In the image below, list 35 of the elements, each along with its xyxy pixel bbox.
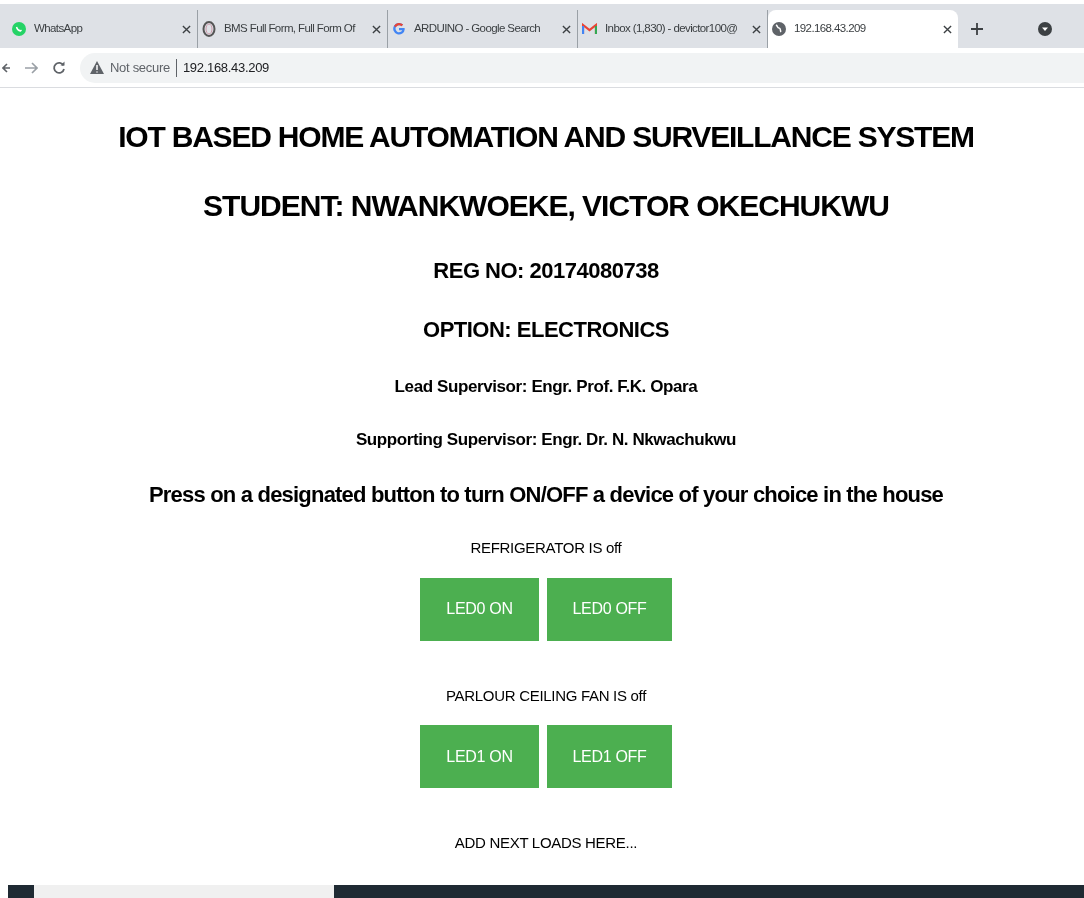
tab-title: BMS Full Form, Full Form Of [224, 21, 357, 37]
device-status: REFRIGERATOR IS off [470, 538, 622, 558]
forward-icon[interactable] [24, 60, 38, 75]
instruction-text: Press on a designated button to turn ON/OFF a device of your choice in the house [148, 481, 944, 509]
close-icon[interactable] [182, 24, 191, 34]
reload-icon[interactable] [52, 60, 66, 75]
supporting-supervisor: Supporting Supervisor: Engr. Dr. N. Nkwachukwu [355, 428, 737, 451]
lead-supervisor: Lead Supervisor: Engr. Prof. F.K. Opara [394, 376, 698, 398]
tab-title: WhatsApp [34, 21, 84, 37]
chat-icon [12, 22, 26, 36]
warning-icon [90, 61, 104, 74]
device-status: PARLOUR CEILING FAN IS off [445, 685, 646, 706]
close-icon[interactable] [562, 24, 571, 34]
security-label: Not secure [110, 58, 170, 77]
taskbar-search-field[interactable] [34, 885, 334, 898]
footer-text: ADD NEXT LOADS HERE... [454, 833, 638, 853]
address-bar[interactable]: Not secure 192.168.43.209 [80, 52, 1084, 83]
close-icon[interactable] [372, 24, 381, 34]
site-icon [202, 21, 216, 37]
reg-number: REG NO: 20174080738 [433, 257, 659, 285]
tab-title: ARDUINO - Google Search [414, 21, 542, 37]
url-text: 192.168.43.209 [182, 58, 270, 77]
new-tab-icon[interactable] [970, 22, 984, 36]
option-heading: OPTION: ELECTRONICS [423, 316, 669, 344]
browser-tab[interactable]: 192.168.43.209 [768, 10, 958, 48]
mail-icon [582, 23, 597, 35]
close-icon[interactable] [752, 24, 761, 34]
close-icon[interactable] [943, 24, 952, 34]
page-title: IOT BASED HOME AUTOMATION AND SURVEILLANCE SYSTEM [118, 119, 974, 155]
tab-title: 192.168.43.209 [794, 21, 867, 37]
student-heading: STUDENT: NWANKWOEKE, VICTOR OKECHUKWU [203, 188, 889, 224]
tab-title: Inbox (1,830) - devictor100@ [605, 21, 739, 37]
google-icon [392, 22, 406, 36]
dropdown-icon[interactable] [1038, 22, 1052, 36]
back-icon[interactable] [2, 60, 10, 75]
